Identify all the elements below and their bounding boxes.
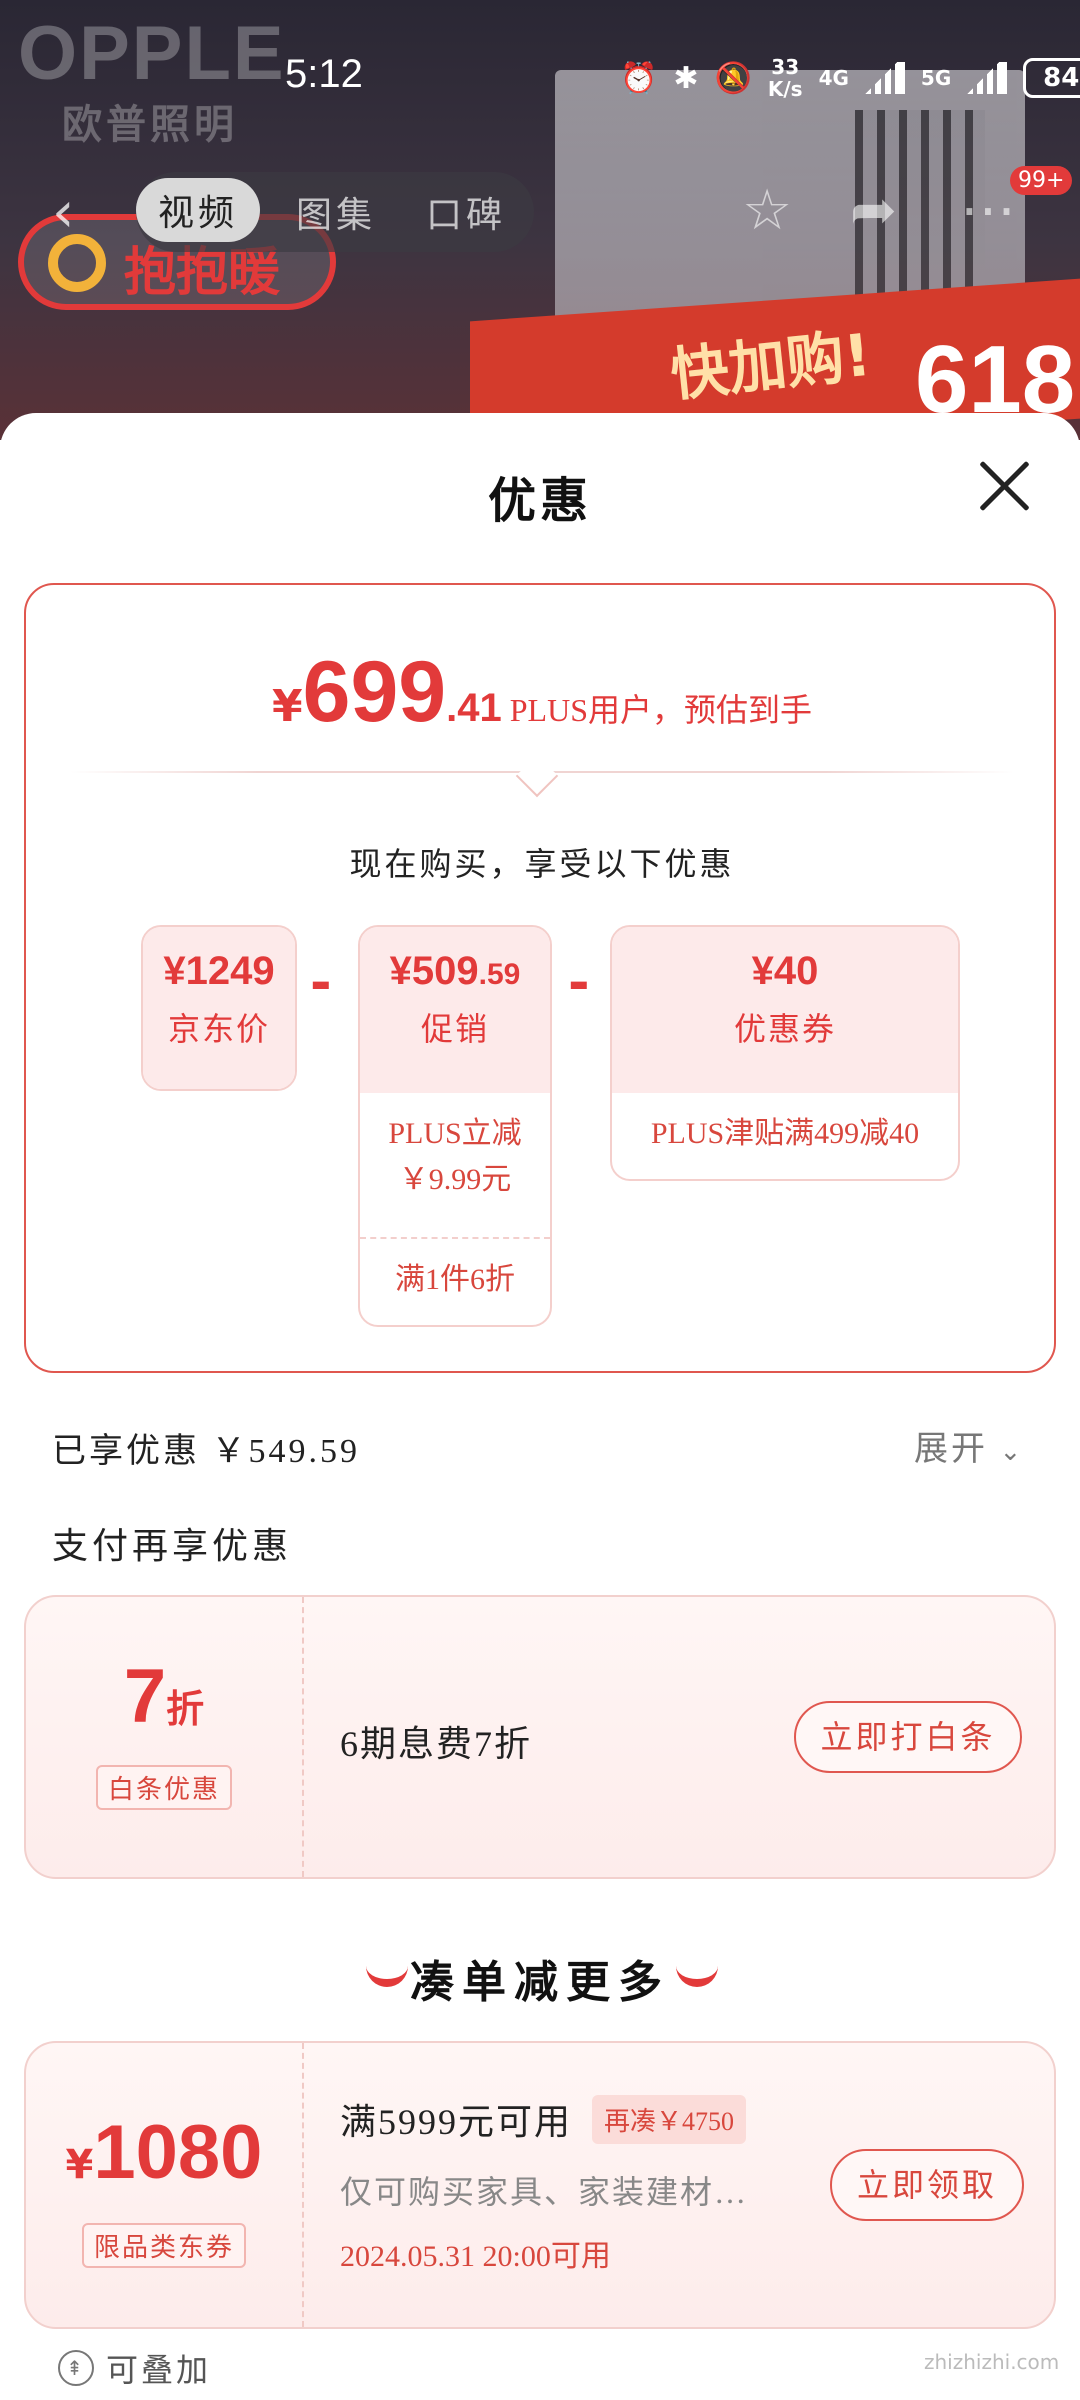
category-coupon: ¥1080 限品类东券 满5999元可用 再凑￥4750 仅可购买家具、家装建材… [24,2041,1056,2329]
baitiao-desc: 6期息费7折 [340,1724,533,1764]
expand-button[interactable]: 展开 ⌄ [914,1421,1024,1470]
enjoyed-discount: 已享优惠 ￥549.59 [52,1433,360,1470]
mute-icon: 🔕 [714,60,752,96]
promo-line-plus: PLUS立减 ￥9.99元 [388,1117,522,1196]
divider-notch [515,754,559,798]
coupon-extra-tag: 再凑￥4750 [592,2094,747,2144]
signal-4g-icon [864,62,905,94]
promo-box: ¥509.59 促销 PLUS立减 ￥9.99元 满1件6折 [358,925,552,1327]
tab-reviews[interactable]: 口碑 [426,186,506,238]
stackable-label: 可叠加 [106,2352,212,2388]
baitiao-tag: 白条优惠 [95,1765,232,1810]
coupon-scope: 仅可购买家具、家装建材… [340,2174,749,2210]
message-badge: 99+ [1010,166,1073,195]
product-banner: OPPLE 欧普照明 抱抱暖 快加购! 618 5:12 ⏰ ✱ 🔕 33 K/s… [0,0,1080,440]
claim-coupon-button[interactable]: 立即领取 [830,2149,1024,2221]
baitiao-button[interactable]: 立即打白条 [794,1701,1022,1773]
final-price-decimal: .41 [446,686,502,730]
favorite-star-icon[interactable]: ☆ [742,178,792,243]
signal-5g-label: 5G [920,66,952,90]
jd-price-label: 京东价 [167,1011,270,1047]
final-price-note: PLUS用户，预估到手 [509,692,812,728]
alarm-icon: ⏰ [620,60,658,96]
pay-discount-title: 支付再享优惠 [52,1526,293,1566]
media-tabs: 视频 图集 口碑 [136,172,534,252]
price-breakdown-card: ¥699.41 PLUS用户，预估到手 现在购买，享受以下优惠 ¥1249 京东价… [24,583,1056,1373]
promo-label: 促销 [420,1011,489,1047]
coupon-amount: ¥40 [751,949,819,993]
minus-sign: - [568,953,590,1013]
more-icon[interactable]: ⋯ [960,178,1016,243]
now-buy-text: 现在购买，享受以下优惠 [349,846,735,882]
watermark: zhizhizhi.com [924,2350,1060,2374]
category-coupon-value: 1080 [93,2110,263,2195]
coupon-condition: 满5999元可用 [340,2102,573,2142]
coupon-label: 优惠券 [733,1011,836,1047]
jd-price-amount: ¥1249 [163,949,275,993]
expand-label: 展开 [914,1431,988,1468]
chevron-down-icon: ⌄ [999,1437,1025,1466]
final-price: ¥699.41 PLUS用户，预估到手 [26,643,1058,742]
bluetooth-icon: ✱ [673,60,699,96]
stack-icon: ⇞ [58,2350,94,2386]
share-icon[interactable]: ➦ [850,178,897,243]
discount-sheet: 优惠 ¥699.41 PLUS用户，预估到手 现在购买，享受以下优惠 ¥1249 … [0,413,1080,2400]
coupon-separator [302,2043,304,2327]
jd-price-box: ¥1249 京东价 [141,925,297,1091]
more-title: 凑单减更多 [410,1957,670,2008]
category-coupon-amount: ¥1080 限品类东券 [26,2043,302,2327]
baitiao-discount: 7折 白条优惠 [26,1597,302,1877]
baitiao-discount-unit: 折 [166,1687,205,1731]
promo-line-discount: 满1件6折 [360,1237,550,1321]
promo-amount: ¥509.59 [389,949,521,993]
final-price-currency: ¥ [272,681,303,732]
battery-icon: 84 [1023,58,1080,98]
signal-5g-icon [967,62,1008,94]
back-icon[interactable]: ‹ [52,180,74,245]
final-price-integer: 699 [302,644,447,740]
sheet-title: 优惠 [487,473,592,529]
net-speed: 33 K/s [767,55,803,101]
status-time: 5:12 [285,52,363,96]
top-nav: ‹ 视频 图集 口碑 ☆ ➦ ⋯ 99+ [0,166,1080,252]
baitiao-discount-number: 7 [123,1654,167,1739]
baitiao-coupon: 7折 白条优惠 6期息费7折 立即打白条 [24,1595,1056,1879]
tab-gallery[interactable]: 图集 [296,186,376,238]
tab-video[interactable]: 视频 [136,178,261,242]
stackable-note: ⇞ 可叠加 [58,2345,211,2391]
coupon-time: 2024.05.31 20:00可用 [340,2240,611,2273]
signal-4g-label: 4G [818,66,849,90]
category-coupon-currency: ¥ [65,2142,94,2188]
coupon-box: ¥40 优惠券 PLUS津贴满499减40 [610,925,960,1181]
status-bar: 5:12 ⏰ ✱ 🔕 33 K/s 4G 5G 84 [0,50,1080,110]
close-icon[interactable] [978,459,1032,513]
minus-sign: - [310,953,332,1013]
coupon-separator [302,1597,304,1877]
category-coupon-tag: 限品类东券 [81,2223,246,2268]
coupon-line-plus: PLUS津贴满499减40 [650,1117,920,1150]
